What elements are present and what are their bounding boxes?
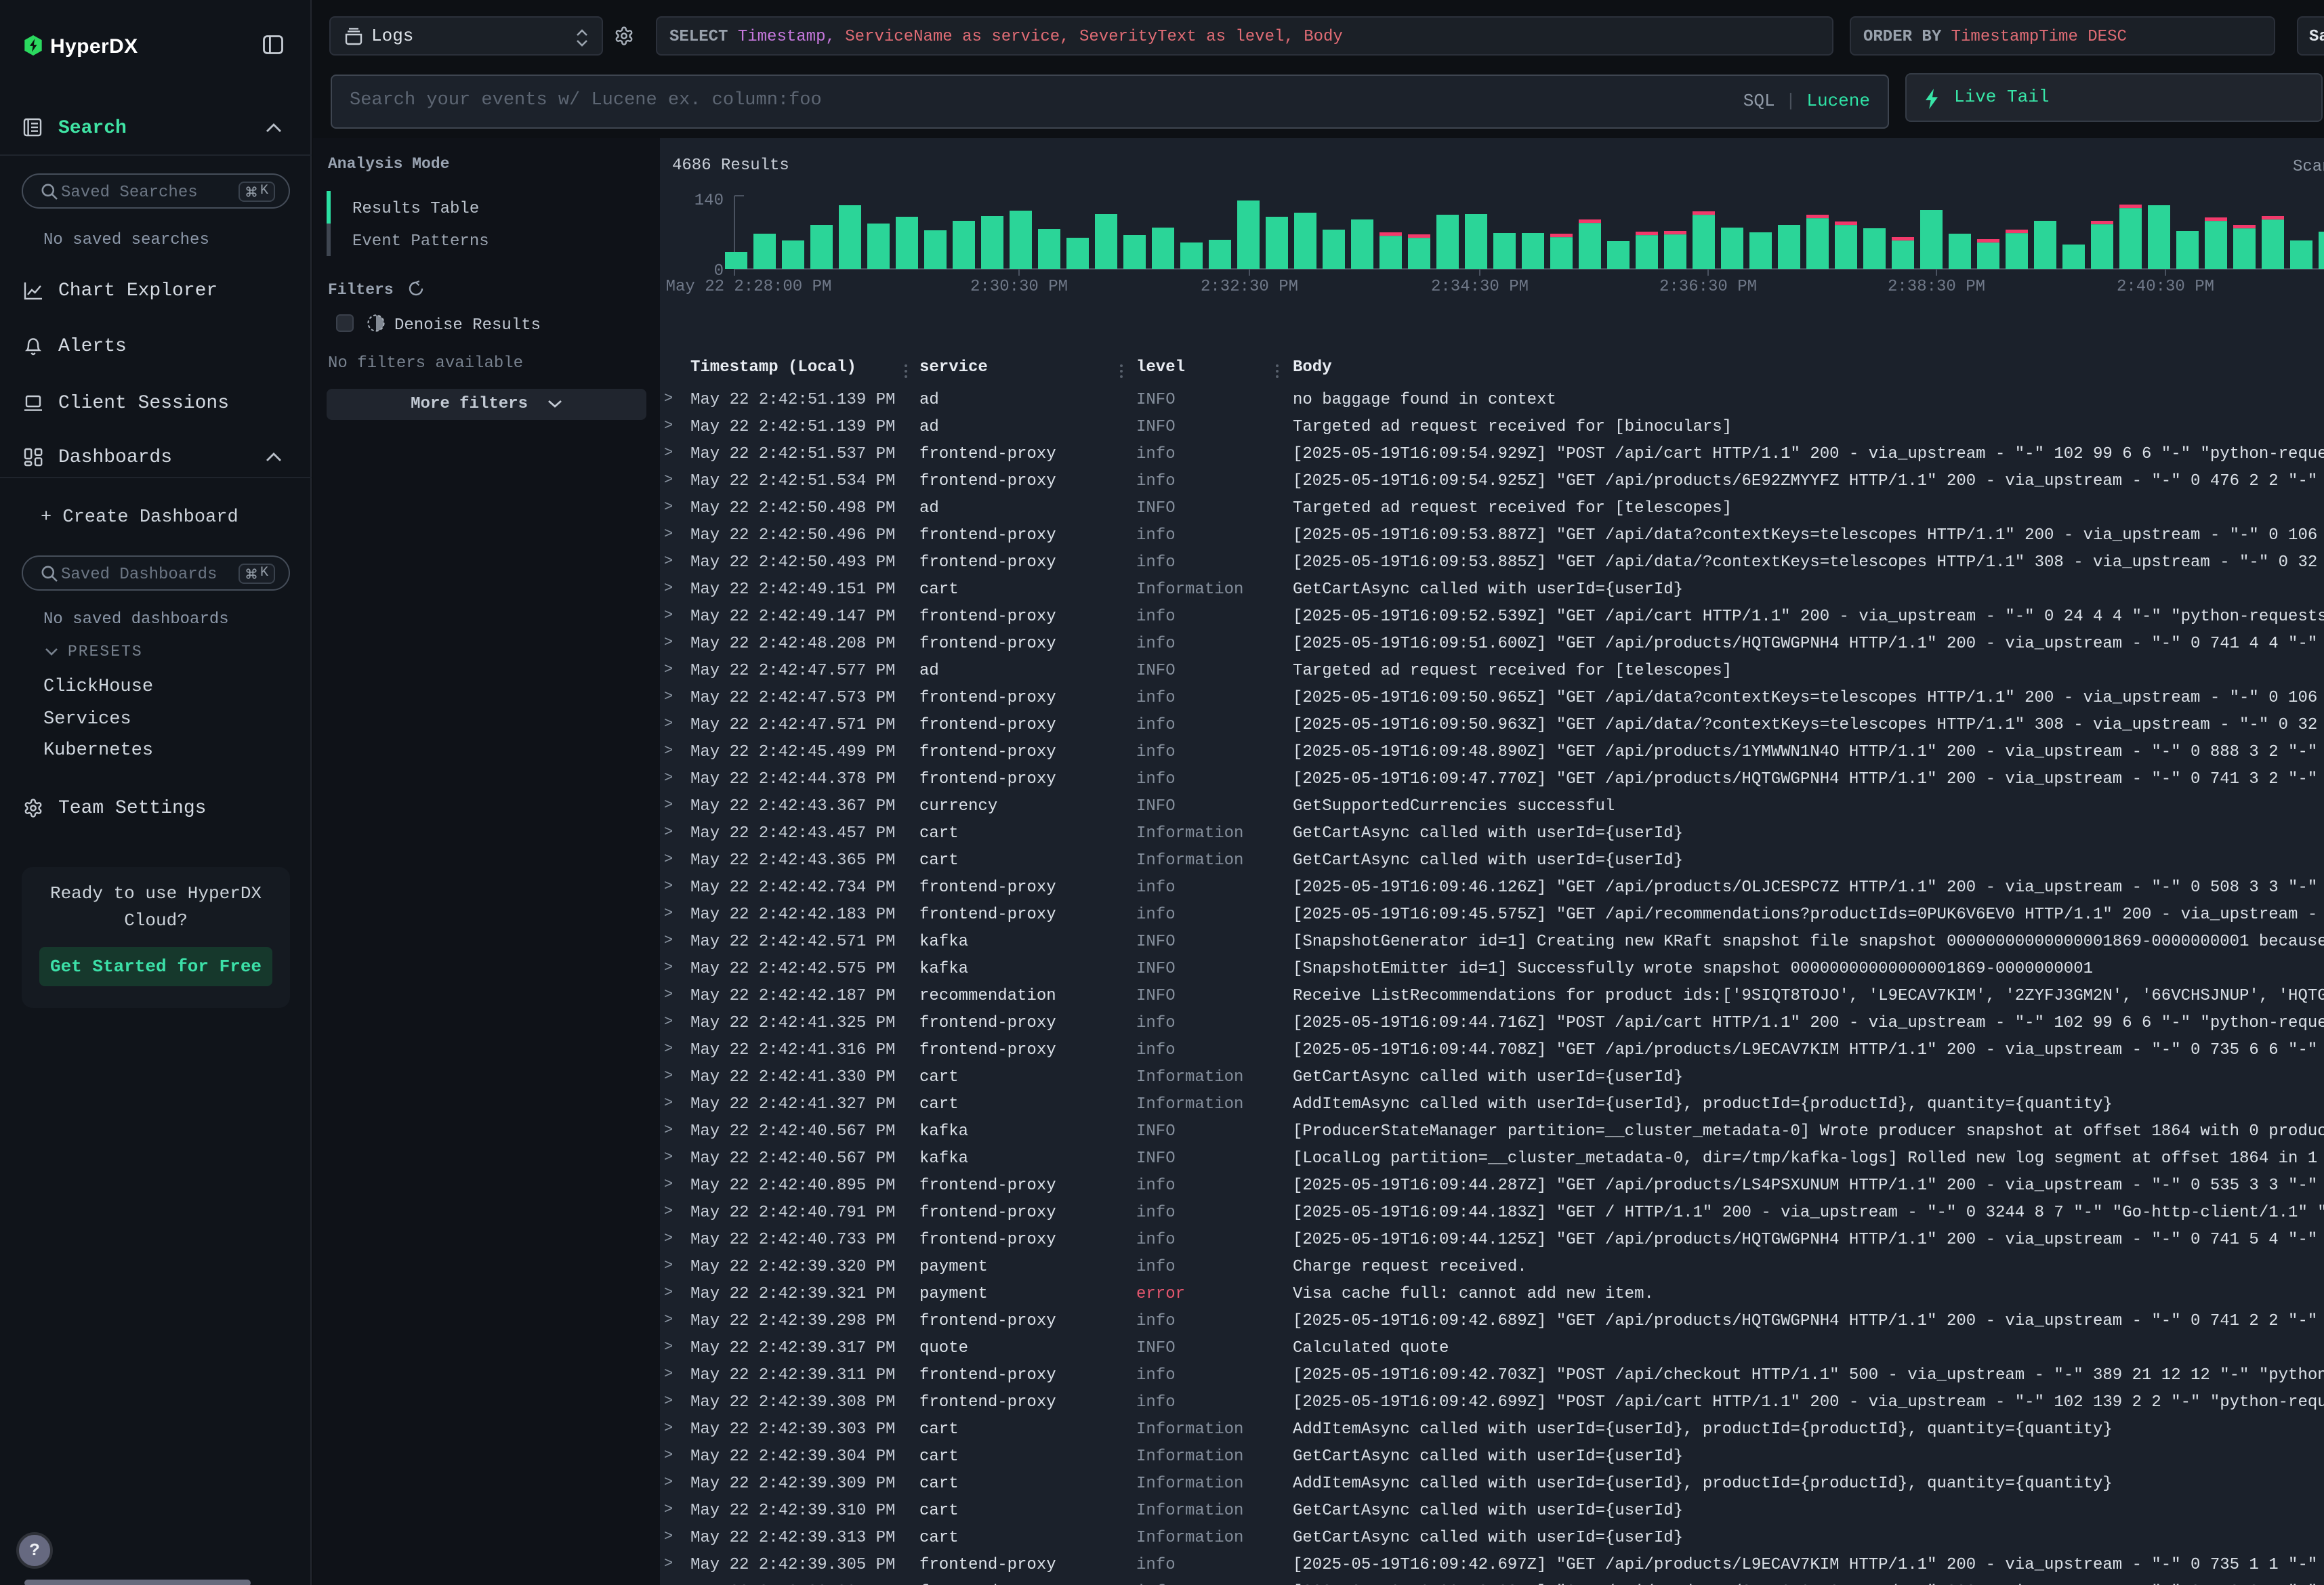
svg-text:2:30:30 PM: 2:30:30 PM bbox=[970, 278, 1068, 296]
svg-text:140: 140 bbox=[694, 192, 724, 210]
svg-text:2:32:30 PM: 2:32:30 PM bbox=[1201, 278, 1298, 296]
svg-text:2:38:30 PM: 2:38:30 PM bbox=[1888, 278, 1985, 296]
svg-text:2:36:30 PM: 2:36:30 PM bbox=[1659, 278, 1757, 296]
svg-text:2:34:30 PM: 2:34:30 PM bbox=[1431, 278, 1529, 296]
svg-text:2:40:30 PM: 2:40:30 PM bbox=[2117, 278, 2214, 296]
svg-text:May 22 2:28:00 PM: May 22 2:28:00 PM bbox=[666, 278, 832, 296]
